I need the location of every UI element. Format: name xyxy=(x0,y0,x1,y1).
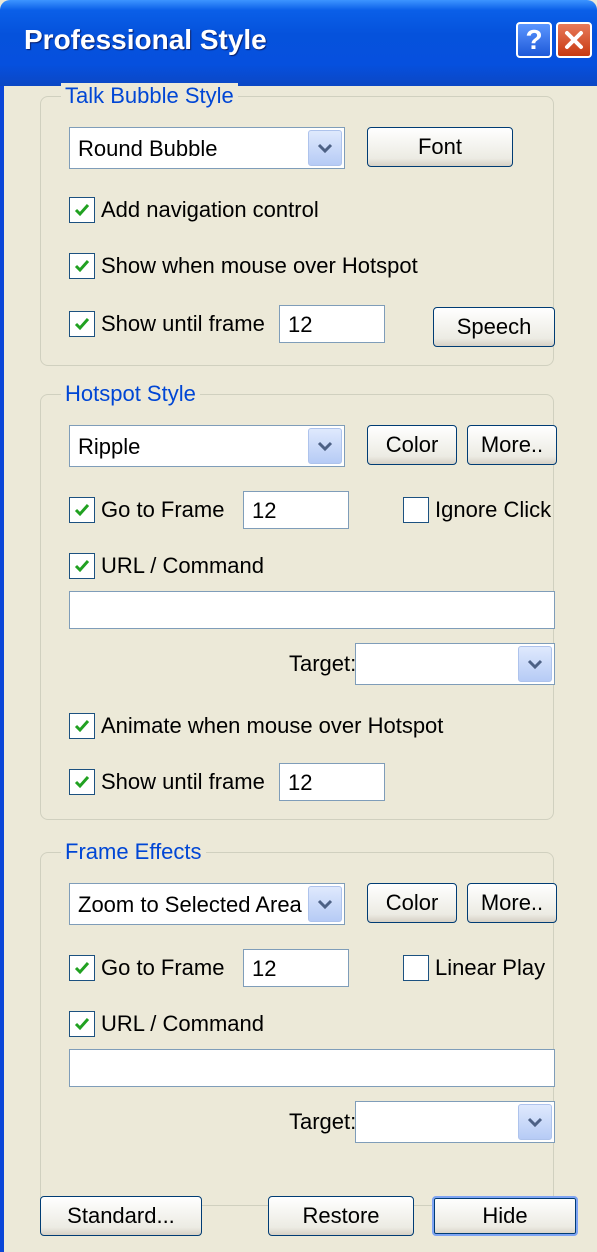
speech-button[interactable]: Speech xyxy=(433,307,555,347)
hotspot-go-to-frame-value: 12 xyxy=(252,498,277,523)
hide-button[interactable]: Hide xyxy=(432,1196,578,1236)
show-until-frame-label: Show until frame xyxy=(101,311,265,336)
frame-target-dropdown[interactable] xyxy=(355,1101,555,1143)
animate-on-hover-label: Animate when mouse over Hotspot xyxy=(101,713,444,738)
chevron-down-icon xyxy=(317,143,333,154)
hotspot-show-until-frame-checkbox[interactable] xyxy=(69,769,95,795)
frame-url-command-input[interactable] xyxy=(69,1049,555,1087)
talk-bubble-style-legend: Talk Bubble Style xyxy=(61,83,238,109)
frame-go-to-frame-input[interactable]: 12 xyxy=(243,949,349,987)
help-button[interactable]: ? xyxy=(516,22,552,58)
frame-effects-legend: Frame Effects xyxy=(61,839,206,865)
bubble-style-value: Round Bubble xyxy=(78,136,218,161)
show-until-frame-input[interactable]: 12 xyxy=(279,305,385,343)
standard-button[interactable]: Standard... xyxy=(40,1196,202,1236)
check-icon xyxy=(74,962,90,975)
chevron-down-icon xyxy=(317,899,333,910)
check-icon xyxy=(74,260,90,273)
hotspot-style-value: Ripple xyxy=(78,434,141,459)
check-icon xyxy=(74,204,90,217)
hotspot-style-legend: Hotspot Style xyxy=(61,381,200,407)
font-button[interactable]: Font xyxy=(367,127,513,167)
add-navigation-label: Add navigation control xyxy=(101,197,319,222)
frame-go-to-frame-label: Go to Frame xyxy=(101,955,225,980)
close-icon xyxy=(565,31,583,49)
hotspot-show-until-frame-label: Show until frame xyxy=(101,769,265,794)
hotspot-color-button[interactable]: Color xyxy=(367,425,457,465)
dropdown-arrow[interactable] xyxy=(308,428,342,464)
hotspot-show-until-frame-value: 12 xyxy=(288,770,313,795)
hotspot-go-to-frame-label: Go to Frame xyxy=(101,497,225,522)
ignore-click-checkbox[interactable] xyxy=(403,497,429,523)
ignore-click-label: Ignore Click xyxy=(435,497,552,522)
talk-bubble-style-group: Talk Bubble Style Round Bubble Font Add … xyxy=(40,83,555,366)
frame-effect-value: Zoom to Selected Area xyxy=(78,892,302,917)
check-icon xyxy=(74,776,90,789)
close-button[interactable] xyxy=(556,22,592,58)
hotspot-target-label: Target: xyxy=(289,651,357,676)
title-bar[interactable]: Professional Style ? xyxy=(0,0,597,86)
dropdown-arrow[interactable] xyxy=(518,1104,552,1140)
frame-target-label: Target: xyxy=(289,1109,357,1134)
show-on-hover-label: Show when mouse over Hotspot xyxy=(101,253,418,278)
hotspot-url-command-label: URL / Command xyxy=(101,553,265,578)
hotspot-more-button[interactable]: More.. xyxy=(467,425,557,465)
chevron-down-icon xyxy=(527,659,543,670)
hotspot-go-to-frame-input[interactable]: 12 xyxy=(243,491,349,529)
hotspot-url-command-checkbox[interactable] xyxy=(69,553,95,579)
check-icon xyxy=(74,560,90,573)
restore-button[interactable]: Restore xyxy=(268,1196,414,1236)
frame-url-command-checkbox[interactable] xyxy=(69,1011,95,1037)
chevron-down-icon xyxy=(527,1117,543,1128)
check-icon xyxy=(74,1018,90,1031)
hotspot-show-until-frame-input[interactable]: 12 xyxy=(279,763,385,801)
frame-effect-more-button[interactable]: More.. xyxy=(467,883,557,923)
professional-style-dialog: Professional Style ? Talk Bubble Style R… xyxy=(0,0,597,1252)
hotspot-go-to-frame-checkbox[interactable] xyxy=(69,497,95,523)
dropdown-arrow[interactable] xyxy=(308,886,342,922)
frame-effects-group: Frame Effects Zoom to Selected Area Colo… xyxy=(40,839,557,1206)
chevron-down-icon xyxy=(317,441,333,452)
hotspot-style-dropdown[interactable]: Ripple xyxy=(69,425,345,467)
check-icon xyxy=(74,318,90,331)
linear-play-checkbox[interactable] xyxy=(403,955,429,981)
dropdown-arrow[interactable] xyxy=(308,130,342,166)
frame-effect-dropdown[interactable]: Zoom to Selected Area xyxy=(69,883,345,925)
frame-go-to-frame-checkbox[interactable] xyxy=(69,955,95,981)
frame-url-command-label: URL / Command xyxy=(101,1011,265,1036)
show-on-hover-checkbox[interactable] xyxy=(69,253,95,279)
hotspot-target-dropdown[interactable] xyxy=(355,643,555,685)
check-icon xyxy=(74,720,90,733)
dropdown-arrow[interactable] xyxy=(518,646,552,682)
hotspot-url-command-input[interactable] xyxy=(69,591,555,629)
hotspot-style-group: Hotspot Style Ripple Color More.. Go to … xyxy=(40,381,557,820)
help-icon: ? xyxy=(525,24,543,55)
frame-effect-color-button[interactable]: Color xyxy=(367,883,457,923)
check-icon xyxy=(74,504,90,517)
linear-play-label: Linear Play xyxy=(435,955,546,980)
animate-on-hover-checkbox[interactable] xyxy=(69,713,95,739)
show-until-frame-value: 12 xyxy=(288,312,313,337)
bubble-style-dropdown[interactable]: Round Bubble xyxy=(69,127,345,169)
show-until-frame-checkbox[interactable] xyxy=(69,311,95,337)
add-navigation-checkbox[interactable] xyxy=(69,197,95,223)
frame-go-to-frame-value: 12 xyxy=(252,956,277,981)
window-frame xyxy=(0,86,4,1252)
window-title: Professional Style xyxy=(24,24,267,55)
